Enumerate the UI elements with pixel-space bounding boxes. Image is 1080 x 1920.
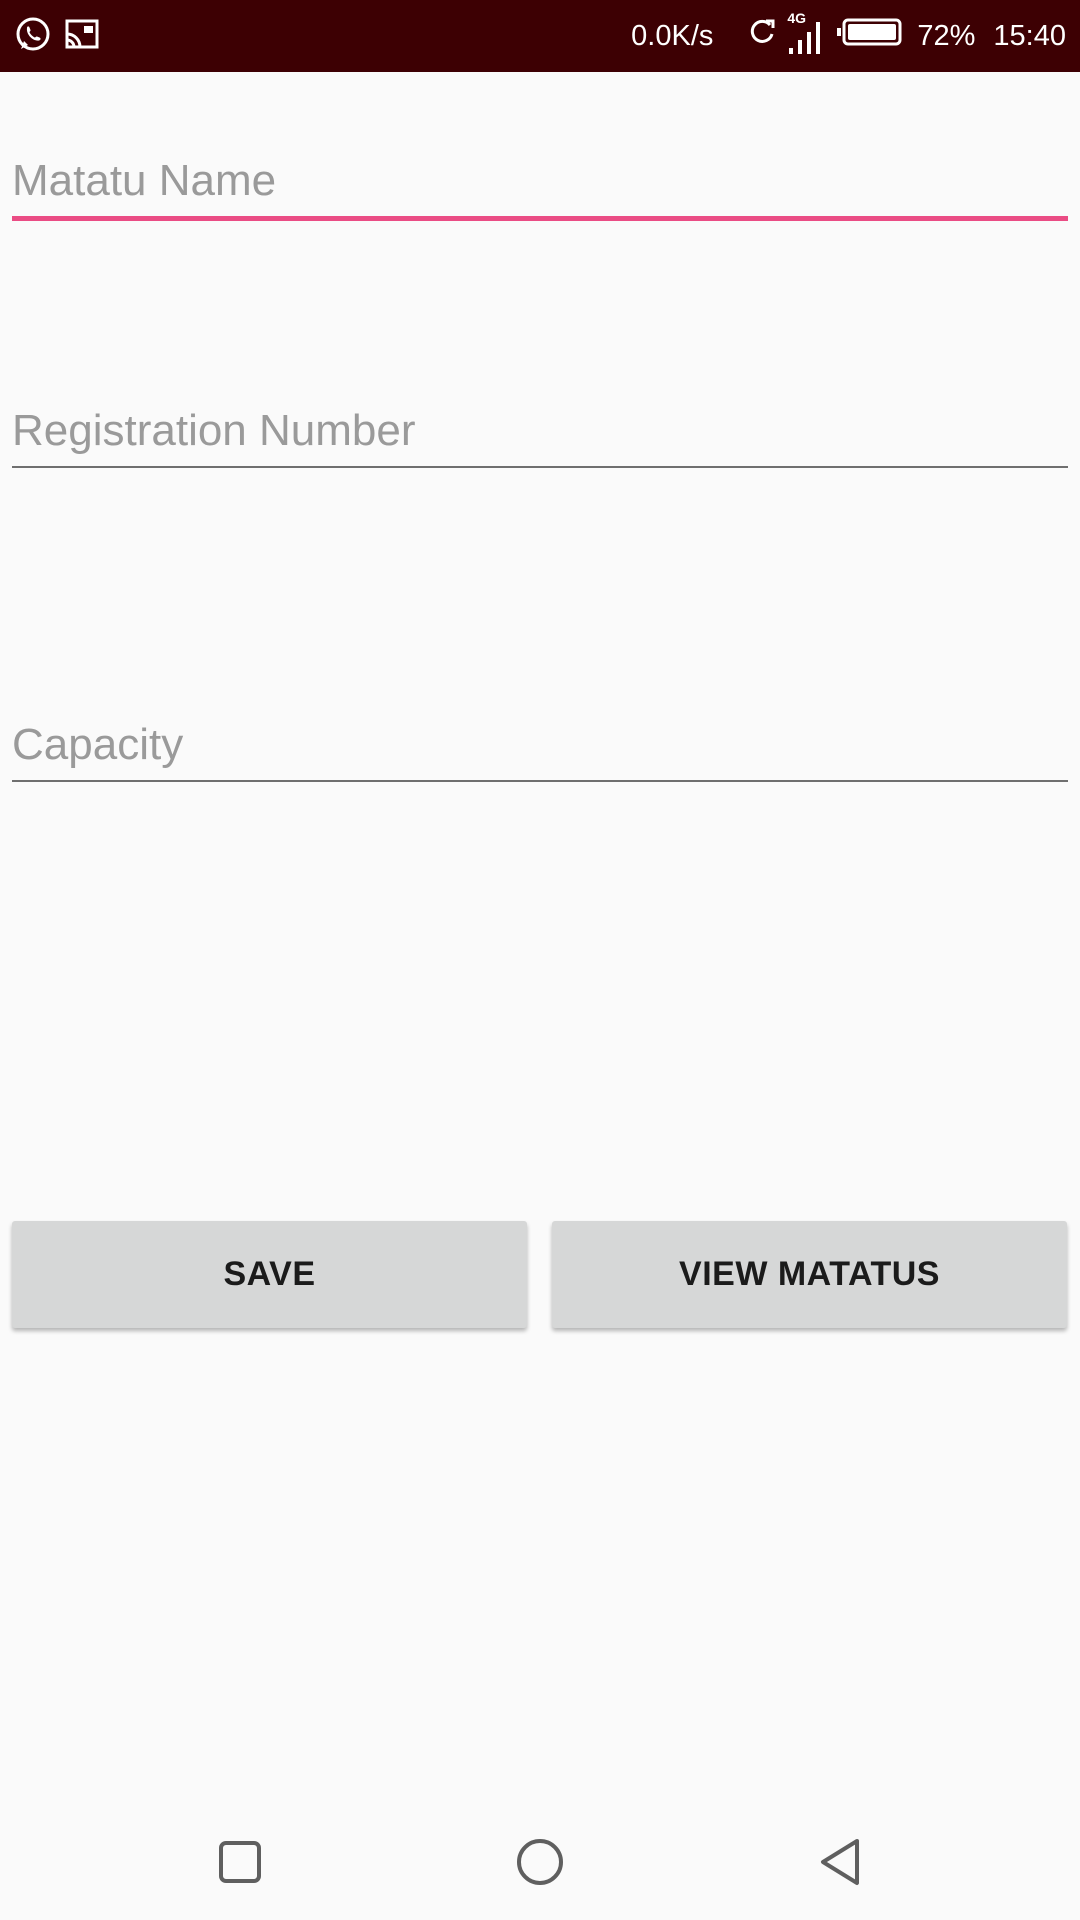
cast-icon	[64, 16, 100, 57]
matatu-name-underline	[12, 216, 1068, 221]
status-bar: 0.0K/s 4G 72% 15:40	[0, 0, 1080, 72]
matatu-name-field	[12, 156, 1068, 221]
back-icon	[817, 1837, 863, 1892]
whatsapp-icon	[14, 15, 52, 58]
signal-icon: 4G	[787, 10, 827, 58]
battery-icon	[837, 17, 903, 55]
recents-icon	[217, 1839, 263, 1890]
registration-number-field	[12, 406, 1068, 468]
registration-number-input[interactable]	[12, 406, 1068, 466]
matatu-name-input[interactable]	[12, 156, 1068, 216]
save-button[interactable]: SAVE	[12, 1221, 527, 1328]
matatu-form: SAVE VIEW MATATUS	[0, 72, 1080, 1808]
sync-icon	[747, 17, 777, 55]
battery-percent: 72%	[917, 19, 976, 52]
network-speed: 0.0K/s	[631, 19, 714, 52]
clock: 15:40	[993, 19, 1066, 52]
registration-number-underline	[12, 466, 1068, 468]
capacity-field	[12, 720, 1068, 782]
navigation-bar	[0, 1808, 1080, 1920]
status-bar-notifications	[14, 14, 100, 58]
home-button[interactable]	[500, 1828, 580, 1900]
capacity-underline	[12, 780, 1068, 782]
capacity-input[interactable]	[12, 720, 1068, 780]
recents-button[interactable]	[200, 1828, 280, 1900]
view-matatus-button[interactable]: VIEW MATATUS	[552, 1221, 1067, 1328]
home-icon	[515, 1837, 565, 1892]
status-bar-system: 0.0K/s 4G 72% 15:40	[631, 10, 1066, 58]
back-button[interactable]	[800, 1828, 880, 1900]
